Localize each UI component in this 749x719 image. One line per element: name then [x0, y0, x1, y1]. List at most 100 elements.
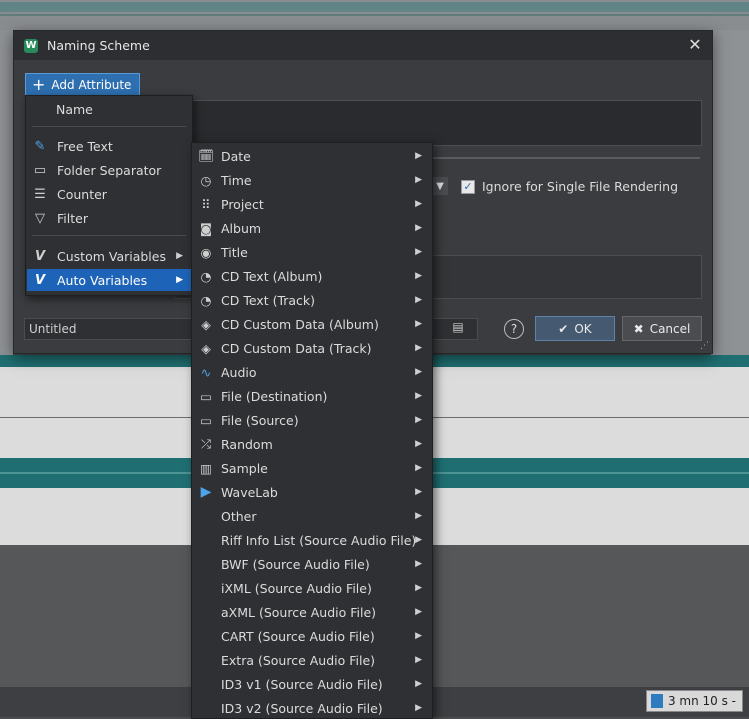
ignore-checkbox-label: Ignore for Single File Rendering — [482, 179, 679, 194]
submenu-arrow-icon: ▶ — [415, 175, 422, 185]
submenu-item-id3v1[interactable]: ID3 v1 (Source Audio File) ▶ — [192, 672, 432, 696]
ok-button[interactable]: ✔ OK — [535, 316, 615, 341]
submenu-arrow-icon: ▶ — [415, 415, 422, 425]
add-attribute-menu: Name ✎ Free Text ▭ Folder Separator ☰ Co… — [25, 95, 193, 296]
menu-item-counter[interactable]: ☰ Counter — [27, 183, 191, 205]
menu-divider — [32, 126, 186, 127]
folder-icon: ▭ — [33, 162, 47, 178]
submenu-item-cd-custom-track[interactable]: ◈ CD Custom Data (Track) ▶ — [192, 336, 432, 360]
cancel-button[interactable]: ✖ Cancel — [622, 316, 702, 341]
submenu-arrow-icon: ▶ — [415, 703, 422, 713]
submenu-item-cd-text-track[interactable]: ◔ CD Text (Track) ▶ — [192, 288, 432, 312]
submenu-arrow-icon: ▶ — [415, 247, 422, 257]
custom-variables-icon: V — [34, 248, 46, 264]
preset-menu-icon[interactable]: ▤ — [451, 320, 465, 336]
submenu-item-random[interactable]: ⤮ Random ▶ — [192, 432, 432, 456]
dialog-titlebar: W Naming Scheme — [14, 31, 712, 60]
submenu-item-time[interactable]: ◷ Time ▶ — [192, 168, 432, 192]
close-icon: ✖ — [633, 321, 644, 336]
submenu-item-audio[interactable]: ∿ Audio ▶ — [192, 360, 432, 384]
duration-readout[interactable]: 3 mn 10 s - — [645, 690, 743, 712]
folder-icon: ▭ — [200, 412, 212, 428]
submenu-arrow-icon: ▶ — [415, 319, 422, 329]
submenu-arrow-icon: ▶ — [415, 487, 422, 497]
submenu-arrow-icon: ▶ — [415, 343, 422, 353]
scheme-field[interactable] — [174, 100, 702, 146]
submenu-item-axml[interactable]: aXML (Source Audio File) ▶ — [192, 600, 432, 624]
checkmark-icon: ✔ — [558, 321, 569, 336]
waveform-icon: ∿ — [200, 364, 212, 380]
waveform-top-strip — [0, 0, 749, 30]
bg-left-strip — [0, 30, 13, 355]
submenu-item-file-destination[interactable]: ▭ File (Destination) ▶ — [192, 384, 432, 408]
album-icon: ◙ — [199, 220, 213, 236]
submenu-item-ixml[interactable]: iXML (Source Audio File) ▶ — [192, 576, 432, 600]
submenu-arrow-icon: ▶ — [176, 251, 183, 261]
add-attribute-button[interactable]: + Add Attribute — [25, 73, 141, 97]
menu-item-free-text[interactable]: ✎ Free Text — [27, 135, 191, 157]
ignore-checkbox[interactable]: ✓ — [461, 179, 475, 194]
grid-icon: ⠿ — [201, 196, 211, 212]
menu-header-name: Name — [56, 102, 93, 117]
submenu-item-bwf[interactable]: BWF (Source Audio File) ▶ — [192, 552, 432, 576]
submenu-arrow-icon: ▶ — [415, 583, 422, 593]
filter-icon: ▽ — [35, 210, 45, 226]
submenu-arrow-icon: ▶ — [415, 655, 422, 665]
menu-item-auto-variables[interactable]: V Auto Variables ▶ — [27, 269, 191, 291]
title-disc-icon: ◉ — [200, 244, 212, 260]
menu-divider — [32, 235, 186, 236]
cd-text-icon: ◔ — [200, 268, 212, 284]
resize-grip-icon[interactable]: ⋰ — [700, 341, 710, 351]
add-attribute-label: Add Attribute — [51, 78, 132, 92]
submenu-item-date[interactable]: 🗓 Date ▶ — [192, 144, 432, 168]
menu-item-filter[interactable]: ▽ Filter — [27, 207, 191, 229]
calendar-clock-icon: 🗓 — [198, 148, 214, 163]
wavelab-logo-icon: W — [24, 38, 38, 53]
combo-dropdown-arrow[interactable]: ▼ — [432, 177, 448, 195]
auto-variables-submenu: 🗓 Date ▶ ◷ Time ▶ ⠿ Project ▶ ◙ Album ▶ … — [191, 142, 433, 719]
ok-label: OK — [574, 321, 592, 336]
submenu-arrow-icon: ▶ — [415, 607, 422, 617]
submenu-arrow-icon: ▶ — [415, 271, 422, 281]
close-button[interactable]: ✕ — [686, 36, 704, 54]
submenu-arrow-icon: ▶ — [415, 223, 422, 233]
bg-right-strip — [711, 30, 749, 355]
submenu-item-cd-custom-album[interactable]: ◈ CD Custom Data (Album) ▶ — [192, 312, 432, 336]
submenu-arrow-icon: ▶ — [176, 275, 183, 285]
help-button[interactable]: ? — [504, 319, 524, 339]
cd-text-icon: ◔ — [200, 292, 212, 308]
pencil-icon: ✎ — [34, 138, 46, 154]
counter-icon: ☰ — [34, 186, 46, 202]
piano-icon: ▥ — [200, 460, 212, 476]
submenu-item-cart[interactable]: CART (Source Audio File) ▶ — [192, 624, 432, 648]
auto-variables-icon: V — [34, 272, 46, 288]
submenu-item-wavelab[interactable]: ▶ WaveLab ▶ — [192, 480, 432, 504]
submenu-arrow-icon: ▶ — [415, 535, 422, 545]
submenu-item-project[interactable]: ⠿ Project ▶ — [192, 192, 432, 216]
submenu-item-cd-text-album[interactable]: ◔ CD Text (Album) ▶ — [192, 264, 432, 288]
duration-text: 3 mn 10 s - — [667, 694, 736, 708]
submenu-arrow-icon: ▶ — [415, 559, 422, 569]
submenu-arrow-icon: ▶ — [415, 631, 422, 641]
submenu-item-file-source[interactable]: ▭ File (Source) ▶ — [192, 408, 432, 432]
menu-item-folder-separator[interactable]: ▭ Folder Separator — [27, 159, 191, 181]
submenu-arrow-icon: ▶ — [415, 391, 422, 401]
submenu-arrow-icon: ▶ — [415, 679, 422, 689]
menu-item-custom-variables[interactable]: V Custom Variables ▶ — [27, 245, 191, 267]
submenu-item-title[interactable]: ◉ Title ▶ — [192, 240, 432, 264]
play-icon: ▶ — [200, 484, 212, 500]
tag-icon: ◈ — [201, 316, 211, 332]
submenu-item-other[interactable]: Other ▶ — [192, 504, 432, 528]
submenu-item-extra[interactable]: Extra (Source Audio File) ▶ — [192, 648, 432, 672]
cancel-label: Cancel — [649, 321, 691, 336]
submenu-arrow-icon: ▶ — [415, 463, 422, 473]
submenu-item-sample[interactable]: ▥ Sample ▶ — [192, 456, 432, 480]
ignore-single-file-option[interactable]: ✓ Ignore for Single File Rendering — [461, 179, 678, 194]
submenu-item-album[interactable]: ◙ Album ▶ — [192, 216, 432, 240]
cursor-icon — [650, 694, 663, 708]
submenu-item-riff-info[interactable]: Riff Info List (Source Audio File) ▶ — [192, 528, 432, 552]
dialog-title: Naming Scheme — [47, 38, 150, 53]
top-waveform — [0, 2, 749, 16]
submenu-item-id3v2[interactable]: ID3 v2 (Source Audio File) ▶ — [192, 696, 432, 718]
submenu-arrow-icon: ▶ — [415, 439, 422, 449]
